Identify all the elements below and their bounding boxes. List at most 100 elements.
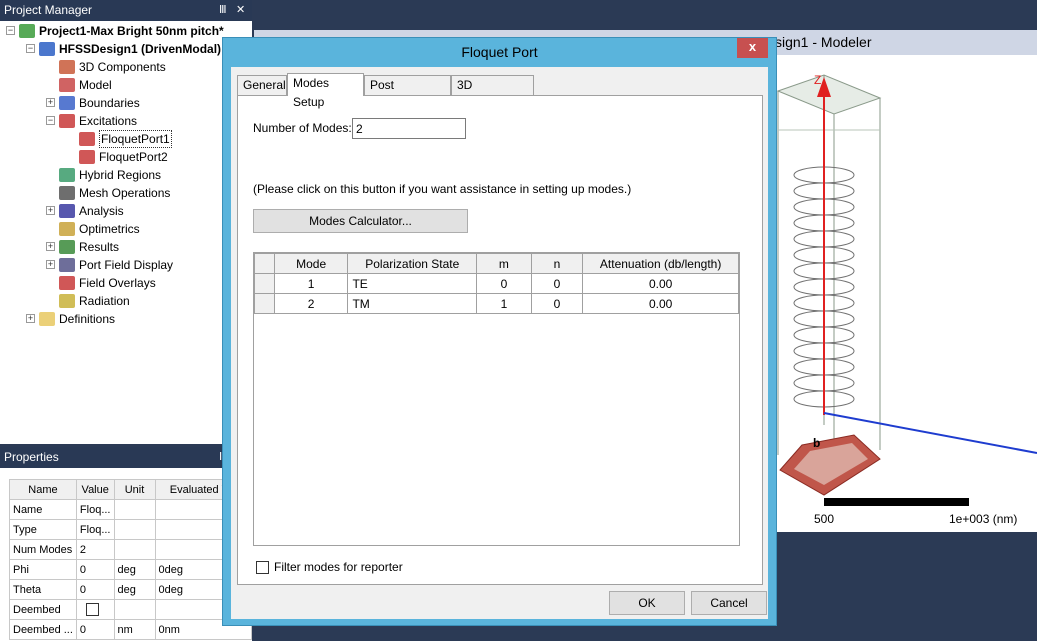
collapse-icon[interactable]: − bbox=[6, 26, 15, 35]
mode-cell-n[interactable]: 0 bbox=[530, 273, 584, 294]
tab-post-processing[interactable]: Post Processing bbox=[364, 75, 451, 111]
tree-item-label: Definitions bbox=[59, 312, 116, 326]
tab-modes-setup[interactable]: Modes Setup bbox=[287, 73, 364, 109]
expand-icon[interactable]: + bbox=[46, 260, 55, 269]
tree-item-label: Hybrid Regions bbox=[79, 168, 162, 182]
property-row[interactable]: Type Floq... bbox=[9, 519, 253, 540]
property-value[interactable]: 0 bbox=[75, 559, 115, 580]
scale-bar bbox=[824, 498, 969, 506]
tree-item[interactable]: Optimetrics bbox=[0, 220, 252, 238]
tree-item[interactable]: + Boundaries bbox=[0, 94, 252, 112]
tree-item[interactable]: Radiation bbox=[0, 292, 252, 310]
tree-item[interactable]: Mesh Operations bbox=[0, 184, 252, 202]
expand-icon[interactable]: + bbox=[46, 242, 55, 251]
collapse-icon[interactable]: − bbox=[26, 44, 35, 53]
hint-text: (Please click on this button if you want… bbox=[253, 182, 632, 196]
mode-cell-m[interactable]: 0 bbox=[476, 273, 532, 294]
cancel-button[interactable]: Cancel bbox=[691, 591, 767, 615]
excitations-icon bbox=[59, 114, 75, 128]
filter-modes-checkbox[interactable] bbox=[256, 561, 269, 574]
tree-item[interactable]: FloquetPort1 bbox=[0, 130, 252, 148]
property-unit bbox=[113, 599, 156, 620]
property-row[interactable]: Name Floq... bbox=[9, 499, 253, 520]
property-value[interactable]: Floq... bbox=[75, 519, 115, 540]
modes-setup-page: Number of Modes: (Please click on this b… bbox=[237, 95, 763, 585]
modes-calculator-button[interactable]: Modes Calculator... bbox=[253, 209, 468, 233]
mesh-icon bbox=[59, 186, 75, 200]
deembed-checkbox[interactable] bbox=[85, 603, 99, 616]
mode-row[interactable]: 1 TE 0 0 0.00 bbox=[254, 273, 739, 294]
boundaries-icon bbox=[59, 96, 75, 110]
mode-cell-m[interactable]: 1 bbox=[476, 293, 532, 314]
property-name: Num Modes bbox=[9, 539, 77, 560]
property-value[interactable] bbox=[75, 599, 115, 620]
mode-cell-polarization[interactable]: TM bbox=[347, 293, 478, 314]
pin-icon[interactable]: Ⅲ bbox=[219, 0, 227, 21]
tree-item-label: Mesh Operations bbox=[79, 186, 171, 200]
tree-item[interactable]: − HFSSDesign1 (DrivenModal) bbox=[0, 40, 252, 58]
dialog-body: General Modes Setup Post Processing 3D R… bbox=[231, 67, 768, 619]
tree-item-label: Port Field Display bbox=[79, 258, 174, 272]
property-value[interactable]: 0 bbox=[75, 579, 115, 600]
property-row[interactable]: Deembed ... 0 nm 0nm bbox=[9, 619, 253, 640]
num-modes-input[interactable] bbox=[352, 118, 466, 139]
property-value[interactable]: Floq... bbox=[75, 499, 115, 520]
project-manager-panel: Project Manager Ⅲ ✕ − Project1-Max Bright… bbox=[0, 0, 252, 444]
modes-table-container: Mode Polarization State m n Attenuation … bbox=[253, 252, 740, 546]
tree-item[interactable]: + Port Field Display bbox=[0, 256, 252, 274]
tree-item[interactable]: − Project1-Max Bright 50nm pitch* bbox=[0, 22, 252, 40]
mode-cell-polarization[interactable]: TE bbox=[347, 273, 478, 294]
expand-icon[interactable]: + bbox=[46, 206, 55, 215]
tree-item[interactable]: − Excitations bbox=[0, 112, 252, 130]
ok-button[interactable]: OK bbox=[609, 591, 685, 615]
property-row[interactable]: Phi 0 deg 0deg bbox=[9, 559, 253, 580]
row-header-corner bbox=[254, 253, 275, 274]
row-header[interactable] bbox=[254, 273, 275, 294]
row-header[interactable] bbox=[254, 293, 275, 314]
mode-cell-attenuation[interactable]: 0.00 bbox=[582, 293, 739, 314]
tree-item-label: Boundaries bbox=[79, 96, 140, 110]
mode-cell-mode[interactable]: 2 bbox=[273, 293, 349, 314]
tree-item[interactable]: 3D Components bbox=[0, 58, 252, 76]
mode-cell-mode[interactable]: 1 bbox=[273, 273, 349, 294]
tree-item[interactable]: FloquetPort2 bbox=[0, 148, 252, 166]
properties-titlebar: Properties Ⅲ bbox=[0, 447, 252, 468]
property-unit: nm bbox=[113, 619, 156, 640]
tree-item[interactable]: Hybrid Regions bbox=[0, 166, 252, 184]
dialog-close-button[interactable]: x bbox=[737, 38, 768, 58]
tree-item[interactable]: + Definitions bbox=[0, 310, 252, 328]
model-icon bbox=[59, 78, 75, 92]
tree-item[interactable]: Field Overlays bbox=[0, 274, 252, 292]
tree-item[interactable]: Model bbox=[0, 76, 252, 94]
col-polarization: Polarization State bbox=[347, 253, 478, 274]
mode-row[interactable]: 2 TM 1 0 0.00 bbox=[254, 293, 739, 314]
mode-cell-n[interactable]: 0 bbox=[530, 293, 584, 314]
property-row[interactable]: Theta 0 deg 0deg bbox=[9, 579, 253, 600]
num-modes-label: Number of Modes: bbox=[253, 121, 352, 135]
property-row[interactable]: Num Modes 2 bbox=[9, 539, 253, 560]
port-field-icon bbox=[59, 258, 75, 272]
tree-item-label: 3D Components bbox=[79, 60, 166, 74]
tab-general[interactable]: General bbox=[237, 75, 287, 95]
project-manager-title: Project Manager bbox=[4, 3, 93, 17]
port-icon bbox=[79, 150, 95, 164]
close-icon[interactable]: ✕ bbox=[236, 0, 245, 21]
expand-icon[interactable]: + bbox=[26, 314, 35, 323]
floquet-port-dialog: Floquet Port x General Modes Setup Post … bbox=[222, 37, 777, 626]
col-n: n bbox=[530, 253, 584, 274]
port-icon bbox=[79, 132, 95, 146]
expand-icon[interactable]: + bbox=[46, 98, 55, 107]
property-name: Name bbox=[9, 499, 77, 520]
property-value[interactable]: 2 bbox=[75, 539, 115, 560]
properties-header-row: Name Value Unit Evaluated Val bbox=[9, 479, 253, 500]
property-unit bbox=[113, 539, 156, 560]
property-value[interactable]: 0 bbox=[75, 619, 115, 640]
tree-item[interactable]: + Analysis bbox=[0, 202, 252, 220]
tree-item[interactable]: + Results bbox=[0, 238, 252, 256]
collapse-icon[interactable]: − bbox=[46, 116, 55, 125]
tab-3d-refinement[interactable]: 3D Refinement bbox=[451, 75, 534, 111]
property-row[interactable]: Deembed bbox=[9, 599, 253, 620]
tree-item-label: Project1-Max Bright 50nm pitch* bbox=[39, 24, 224, 38]
property-unit: deg bbox=[113, 579, 156, 600]
mode-cell-attenuation[interactable]: 0.00 bbox=[582, 273, 739, 294]
